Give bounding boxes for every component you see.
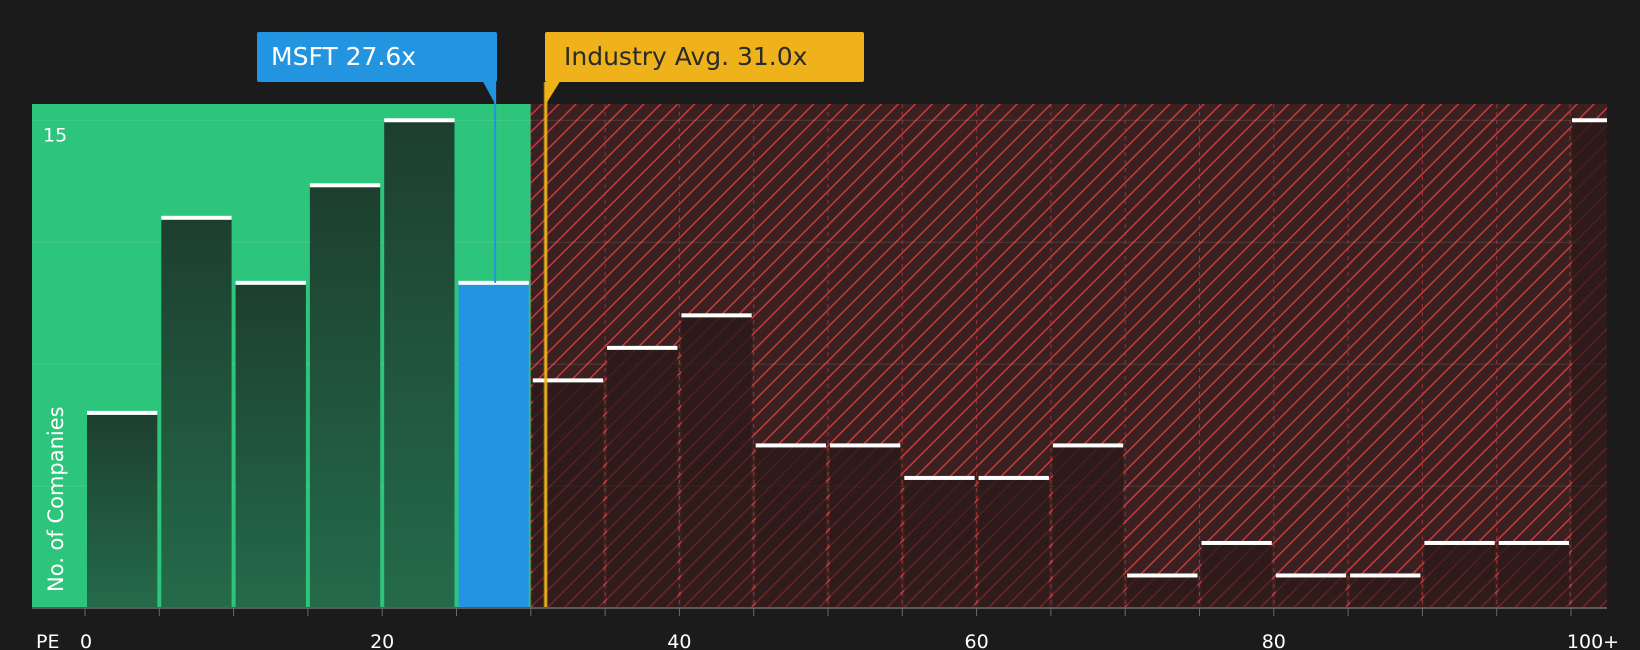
x-tick-label-60: 60: [965, 631, 989, 650]
bar-20: [1572, 120, 1607, 609]
msft-callout-pointer: [483, 82, 496, 104]
bar-7: [607, 347, 678, 608]
bar-11: [904, 477, 975, 608]
bar-4: [384, 120, 455, 609]
x-tick-label-40: 40: [667, 631, 691, 650]
bar-6: [532, 380, 604, 608]
x-axis-title: PE: [36, 631, 59, 650]
bar-top-15: [1201, 540, 1272, 545]
bar-top-9: [755, 443, 826, 448]
bar-15: [1201, 542, 1272, 608]
bar-19: [1498, 542, 1569, 608]
bar-top-10: [830, 443, 901, 448]
bar-18: [1424, 542, 1495, 608]
x-tick-label-100+: 100+: [1567, 631, 1619, 650]
bar-top-13: [1052, 443, 1124, 448]
bar-top-16: [1275, 573, 1347, 578]
bar-top-20: [1572, 118, 1607, 123]
x-tick-label-80: 80: [1262, 631, 1286, 650]
bar-top-12: [978, 475, 1049, 480]
bar-12: [978, 477, 1049, 608]
bar-top-0: [87, 410, 158, 415]
bar-top-5: [458, 280, 529, 285]
bar-top-7: [607, 345, 678, 350]
bar-top-1: [161, 215, 232, 220]
bar-top-19: [1498, 540, 1569, 545]
pe-histogram-chart: 15 0 20 40 60 80 100+ No. of Companies PE: [32, 82, 1619, 650]
bar-top-14: [1127, 573, 1198, 578]
bar-3: [309, 185, 381, 608]
bar-14: [1127, 575, 1198, 608]
bar-0: [87, 412, 158, 608]
bar-top-6: [532, 378, 604, 383]
bar-9: [755, 445, 826, 608]
bar-top-11: [904, 475, 975, 480]
bar-top-18: [1424, 540, 1495, 545]
bar-top-4: [384, 118, 455, 123]
bar-1: [161, 217, 232, 608]
x-tick-label-0: 0: [80, 631, 92, 650]
bar-top-17: [1350, 573, 1421, 578]
bar-10: [830, 445, 901, 608]
x-tick-label-20: 20: [370, 631, 394, 650]
bar-top-3: [309, 183, 381, 188]
bar-16: [1275, 575, 1347, 608]
bar-top-2: [235, 280, 306, 285]
y-axis-title: No. of Companies: [44, 406, 68, 592]
bar-17: [1350, 575, 1421, 608]
bar-top-8: [681, 313, 752, 318]
bar-5: [458, 282, 529, 608]
bar-2: [235, 282, 306, 608]
bar-13: [1052, 445, 1124, 608]
y-tick-label: 15: [43, 124, 67, 146]
bar-8: [681, 315, 752, 608]
